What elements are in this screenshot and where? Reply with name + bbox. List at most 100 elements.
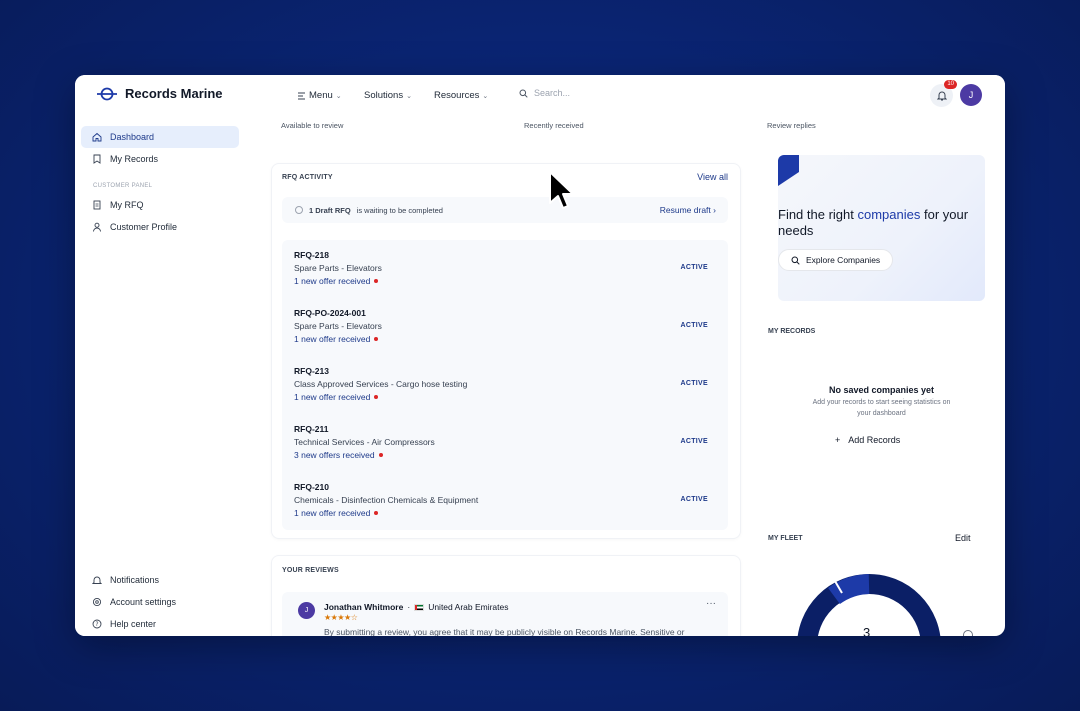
nav-solutions-label: Solutions — [364, 90, 404, 101]
reviewer-name: Jonathan Whitmore — [324, 602, 404, 612]
button-label: Add Records — [848, 435, 901, 445]
nav-solutions[interactable]: Solutions ⌄ — [364, 90, 412, 101]
rfq-activity-panel: RFQ ACTIVITY View all 1 Draft RFQ is wai… — [271, 163, 741, 539]
rfq-offer-label: 1 new offer received — [294, 276, 371, 286]
plus-icon: + — [835, 435, 841, 445]
review-item[interactable]: J Jonathan Whitmore · United Arab Emirat… — [282, 592, 728, 636]
sidebar: Dashboard My Records CUSTOMER PANEL My R… — [75, 117, 247, 636]
stat-card-review-replies[interactable]: Review replies — [757, 113, 977, 137]
rfq-offer-link[interactable]: 1 new offer received — [294, 276, 714, 286]
sidebar-item-label: Account settings — [110, 597, 177, 607]
sidebar-section-label: CUSTOMER PANEL — [93, 183, 153, 189]
review-text: By submitting a review, you agree that i… — [324, 627, 685, 636]
sidebar-item-label: Help center — [110, 619, 157, 629]
rfq-description: Technical Services - Air Compressors — [294, 437, 435, 447]
my-fleet-title: MY FLEET — [768, 535, 803, 542]
user-avatar[interactable]: J — [960, 84, 982, 106]
document-icon — [93, 200, 101, 210]
unread-dot — [374, 279, 379, 283]
rfq-list: RFQ-218 Spare Parts - Elevators 1 new of… — [282, 240, 728, 530]
explore-companies-button[interactable]: Explore Companies — [778, 249, 894, 271]
rfq-description: Chemicals - Disinfection Chemicals & Equ… — [294, 495, 479, 505]
svg-text:?: ? — [95, 621, 98, 628]
separator: · — [407, 602, 411, 612]
rfq-row[interactable]: RFQ-PO-2024-001 Spare Parts - Elevators … — [294, 308, 714, 352]
rfq-id: RFQ-211 — [294, 424, 329, 434]
more-options-icon[interactable]: ··· — [706, 598, 716, 609]
stat-card-recently-received[interactable]: Recently received — [514, 113, 734, 137]
panel-title: RFQ ACTIVITY — [282, 174, 333, 181]
view-all-link[interactable]: View all — [697, 172, 728, 182]
nav-menu-label: Menu — [309, 90, 333, 101]
your-reviews-panel: YOUR REVIEWS J Jonathan Whitmore · Unite… — [271, 555, 741, 636]
my-records-title: MY RECORDS — [768, 328, 816, 335]
add-records-button[interactable]: + Add Records — [835, 435, 900, 445]
stat-card-available[interactable]: Available to review — [271, 113, 491, 137]
nav-resources[interactable]: Resources ⌄ — [434, 90, 488, 101]
rfq-description: Class Approved Services - Cargo hose tes… — [294, 379, 468, 389]
unread-dot — [378, 453, 383, 457]
edit-fleet-button[interactable]: Edit — [955, 533, 971, 543]
sidebar-item-label: My Records — [110, 154, 159, 164]
fleet-count: 3 — [863, 625, 871, 636]
resume-draft-link[interactable]: Resume draft › — [660, 205, 716, 215]
promo-title: Find the right companies for your needs — [778, 207, 978, 239]
sidebar-item-label: My RFQ — [110, 200, 144, 210]
draft-count: 1 Draft RFQ — [309, 205, 351, 215]
rfq-id: RFQ-218 — [294, 250, 329, 260]
rfq-row[interactable]: RFQ-218 Spare Parts - Elevators 1 new of… — [294, 250, 714, 294]
search-icon — [791, 256, 800, 265]
notification-count-badge: 10 — [944, 80, 957, 89]
rfq-id: RFQ-213 — [294, 366, 329, 376]
sidebar-item-my-records[interactable]: My Records — [81, 148, 239, 170]
sidebar-item-customer-profile[interactable]: Customer Profile — [81, 216, 239, 238]
sidebar-item-my-rfq[interactable]: My RFQ — [81, 194, 239, 216]
notifications-button[interactable]: 10 — [930, 80, 957, 107]
app-name: Records Marine — [125, 86, 223, 101]
sidebar-item-account-settings[interactable]: Account settings — [81, 591, 239, 613]
rfq-offer-link[interactable]: 3 new offers received — [294, 450, 714, 460]
status-badge: ACTIVE — [680, 322, 708, 329]
draft-banner: 1 Draft RFQ is waiting to be completed R… — [282, 197, 728, 223]
rfq-offer-link[interactable]: 1 new offer received — [294, 392, 714, 402]
sidebar-item-label: Customer Profile — [110, 222, 178, 232]
info-icon[interactable] — [963, 630, 973, 636]
bell-icon — [92, 576, 102, 584]
rfq-offer-label: 1 new offer received — [294, 508, 371, 518]
status-badge: ACTIVE — [680, 380, 708, 387]
nav-menu[interactable]: Menu ⌄ — [297, 90, 342, 101]
help-icon: ? — [92, 619, 102, 629]
status-badge: ACTIVE — [680, 438, 708, 445]
chevron-right-icon: › — [713, 205, 716, 215]
nav-resources-label: Resources — [434, 90, 480, 101]
rfq-row[interactable]: RFQ-213 Class Approved Services - Cargo … — [294, 366, 714, 410]
status-badge: ACTIVE — [680, 496, 708, 503]
promo-title-pre: Find the right — [778, 207, 858, 222]
rfq-offer-link[interactable]: 1 new offer received — [294, 508, 714, 518]
sidebar-item-dashboard[interactable]: Dashboard — [81, 126, 239, 148]
panel-title: YOUR REVIEWS — [282, 567, 339, 574]
promo-card: Find the right companies for your needs … — [778, 155, 985, 301]
chevron-down-icon: ⌄ — [335, 92, 342, 100]
chevron-down-icon: ⌄ — [482, 92, 489, 100]
gear-icon — [92, 597, 102, 607]
search-icon — [519, 89, 528, 98]
empty-state-subtitle: Add your records to start seeing statist… — [812, 399, 951, 417]
rfq-offer-label: 1 new offer received — [294, 334, 371, 344]
rfq-row[interactable]: RFQ-210 Chemicals - Disinfection Chemica… — [294, 482, 714, 526]
search-input[interactable]: Search... — [519, 88, 570, 98]
rfq-row[interactable]: RFQ-211 Technical Services - Air Compres… — [294, 424, 714, 468]
app-window: Records Marine Menu ⌄ Solutions ⌄ Resour… — [75, 75, 1005, 636]
stat-card-label: Review replies — [767, 121, 816, 130]
rfq-description: Spare Parts - Elevators — [294, 263, 382, 273]
sidebar-item-help-center[interactable]: ? Help center — [81, 613, 239, 635]
sidebar-item-notifications[interactable]: Notifications — [81, 569, 239, 591]
rfq-description: Spare Parts - Elevators — [294, 321, 382, 331]
rfq-offer-label: 3 new offers received — [294, 450, 375, 460]
status-badge: ACTIVE — [680, 264, 708, 271]
sidebar-item-label: Dashboard — [110, 132, 155, 142]
empty-state-title: No saved companies yet — [828, 385, 935, 395]
logo[interactable]: Records Marine — [97, 86, 223, 101]
sidebar-item-label: Notifications — [110, 575, 160, 585]
rfq-offer-link[interactable]: 1 new offer received — [294, 334, 714, 344]
